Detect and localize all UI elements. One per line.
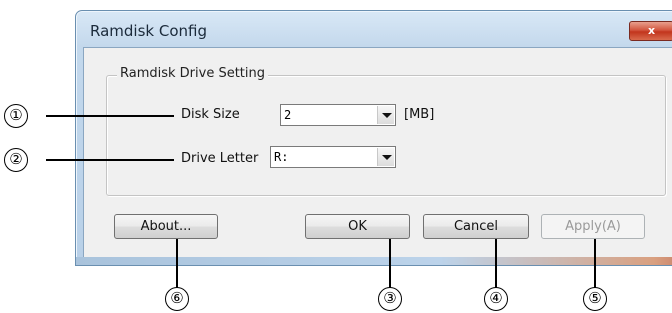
cancel-button[interactable]: Cancel [423,214,529,239]
callout-3: ③ [378,287,402,311]
callout-3-leader-line [389,239,391,289]
title-bar[interactable]: Ramdisk Config x [76,11,672,47]
callout-6: ⑥ [165,287,189,311]
callout-5: ⑤ [583,287,607,311]
callout-5-leader-line [594,239,596,289]
chevron-down-icon[interactable] [377,106,394,124]
ok-button[interactable]: OK [305,214,410,239]
callout-4-leader-line [495,239,497,289]
callout-1-leader-line [46,115,174,117]
apply-button[interactable]: Apply(A) [541,214,645,239]
chevron-down-icon[interactable] [377,148,394,166]
disk-size-unit: [MB] [404,107,435,122]
ramdisk-drive-setting-group [106,75,666,196]
close-icon: x [647,24,656,37]
group-legend: Ramdisk Drive Setting [117,66,269,81]
drive-letter-combobox[interactable]: R: [270,146,396,168]
callout-1: ① [4,104,28,128]
drive-letter-label: Drive Letter [181,151,259,166]
drive-letter-value: R: [274,150,289,164]
window-bottom-border [76,257,672,265]
callout-6-leader-line [176,239,178,289]
callout-2-leader-line [46,159,174,161]
window-title: Ramdisk Config [90,22,207,40]
callout-2: ② [4,148,28,172]
disk-size-combobox[interactable]: 2 [280,104,396,126]
callout-4: ④ [484,287,508,311]
disk-size-label: Disk Size [181,107,240,122]
disk-size-value: 2 [284,108,292,122]
close-button[interactable]: x [629,21,672,41]
about-button[interactable]: About... [114,214,218,239]
